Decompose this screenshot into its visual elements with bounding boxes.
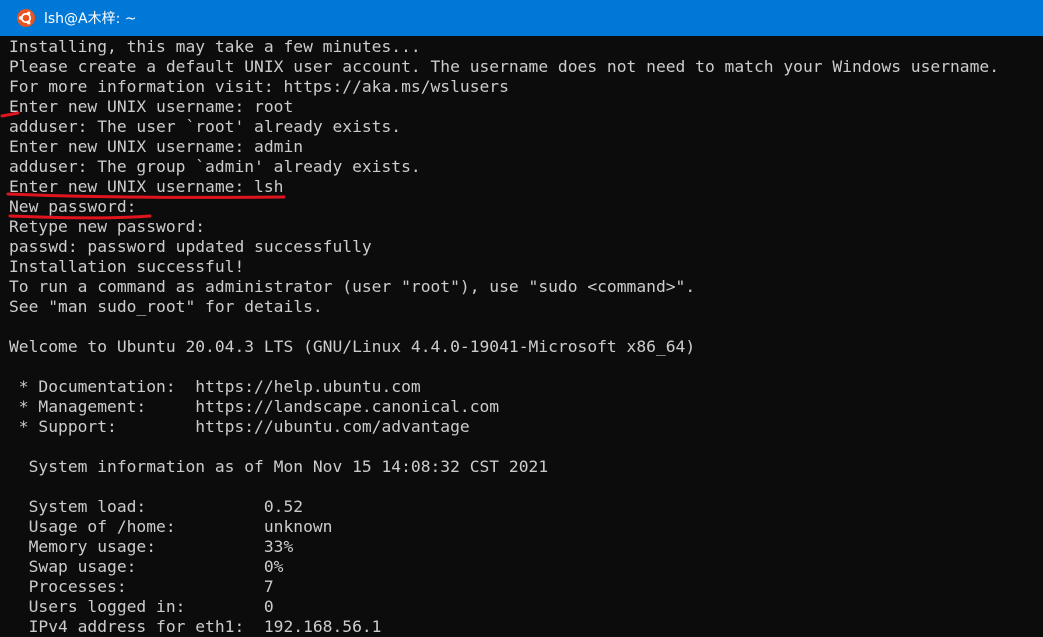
terminal-line: To run a command as administrator (user … [9, 277, 696, 296]
terminal-line: * Support: https://ubuntu.com/advantage [9, 417, 470, 436]
terminal-output[interactable]: Installing, this may take a few minutes.… [0, 37, 1043, 637]
terminal-line: Processes: 7 [9, 577, 274, 596]
terminal-line: * Documentation: https://help.ubuntu.com [9, 377, 421, 396]
terminal-line: Users logged in: 0 [9, 597, 274, 616]
terminal-line: adduser: The user `root' already exists. [9, 117, 402, 136]
terminal-line: passwd: password updated successfully [9, 237, 372, 256]
terminal-line: Enter new UNIX username: admin [9, 137, 304, 156]
window-title: lsh@A木梓: ~ [44, 11, 137, 27]
terminal-line: New password: [9, 197, 137, 216]
terminal-line: IPv4 address for eth1: 192.168.56.1 [9, 617, 382, 636]
terminal-line: adduser: The group `admin' already exist… [9, 157, 421, 176]
terminal-line: Enter new UNIX username: root [9, 97, 294, 116]
ubuntu-icon[interactable] [16, 8, 36, 28]
terminal-line: System information as of Mon Nov 15 14:0… [9, 457, 549, 476]
terminal-line: Installing, this may take a few minutes.… [9, 37, 421, 56]
terminal-line: See "man sudo_root" for details. [9, 297, 323, 316]
terminal-line: Welcome to Ubuntu 20.04.3 LTS (GNU/Linux… [9, 337, 696, 356]
terminal-line: Retype new password: [9, 217, 206, 236]
terminal-window: lsh@A木梓: ~ Installing, this may take a f… [0, 0, 1043, 637]
terminal-line: * Management: https://landscape.canonica… [9, 397, 500, 416]
terminal-line: Swap usage: 0% [9, 557, 284, 576]
terminal-line: Usage of /home: unknown [9, 517, 333, 536]
terminal-line: System load: 0.52 [9, 497, 304, 516]
terminal-line: For more information visit: https://aka.… [9, 77, 509, 96]
terminal-line: Please create a default UNIX user accoun… [9, 57, 1000, 76]
terminal-line: Enter new UNIX username: lsh [9, 177, 284, 196]
title-bar[interactable]: lsh@A木梓: ~ [0, 0, 1043, 36]
terminal-line: Installation successful! [9, 257, 245, 276]
terminal-line: Memory usage: 33% [9, 537, 294, 556]
